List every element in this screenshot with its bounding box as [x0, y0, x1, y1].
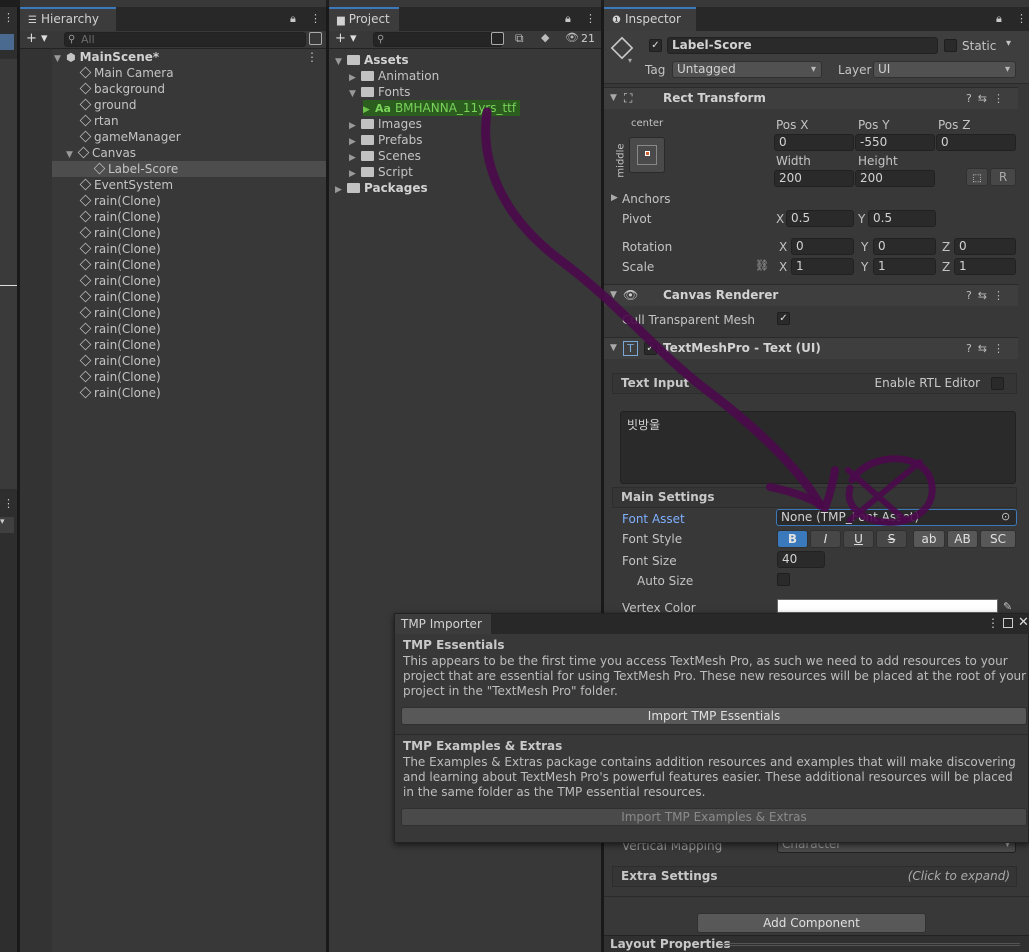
annotation-overlay	[481, 107, 936, 526]
annotation-arrow-stroke	[481, 107, 825, 510]
